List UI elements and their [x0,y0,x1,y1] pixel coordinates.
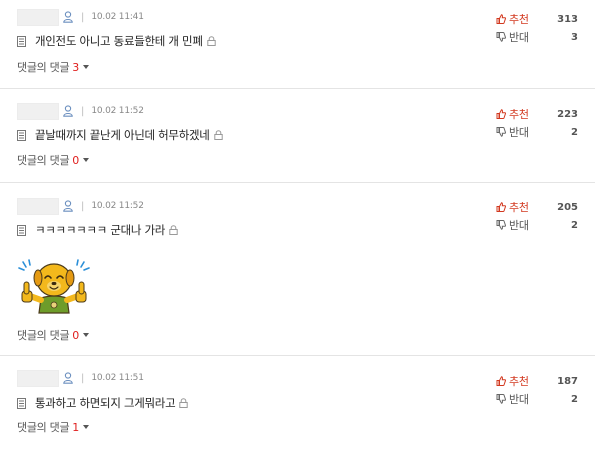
upvote-label: 추천 [509,201,529,214]
reply-toggle[interactable]: 댓글의 댓글 0 [17,152,90,168]
lock-icon[interactable] [213,130,223,140]
downvote-button[interactable]: 반대 2 [496,123,578,141]
comment-item: | 10.02 11:52 끝날때까지 끝난게 아닌데 허무하겠네 댓글의 댓글… [0,89,595,183]
author-name-redacted[interactable] [17,197,59,215]
user-icon[interactable] [63,200,73,212]
meta-separator: | [81,11,85,23]
vote-box: 추천 205 반대 2 [496,198,578,234]
comment-meta: | 10.02 11:51 [17,369,144,387]
author-name-redacted[interactable] [17,369,59,387]
author-name-redacted[interactable] [17,8,59,26]
caret-down-icon [83,158,90,162]
thumbs-up-icon [496,202,506,212]
upvote-count: 313 [557,13,578,25]
meta-separator: | [81,105,85,117]
vote-box: 추천 313 반대 3 [496,10,578,46]
comment-body: 통과하고 하면되지 그게뭐라고 [17,395,189,411]
comment-text: 끝날때까지 끝난게 아닌데 허무하겠네 [35,128,210,142]
comment-item: | 10.02 11:52 ㅋㅋㅋㅋㅋㅋㅋ 군대나 가라 댓글의 댓글 0 추천… [0,183,595,356]
thumbs-down-icon [496,127,506,137]
upvote-count: 223 [557,108,578,120]
reply-label: 댓글의 댓글 [17,61,70,74]
comment-item: | 10.02 11:51 통과하고 하면되지 그게뭐라고 댓글의 댓글 1 추… [0,356,595,450]
downvote-label: 반대 [509,126,529,139]
comment-text: 개인전도 아니고 동료들한테 개 민폐 [35,34,203,48]
vote-box: 추천 187 반대 2 [496,372,578,408]
upvote-button[interactable]: 추천 187 [496,372,578,390]
thumbs-up-icon [496,14,506,24]
user-icon[interactable] [63,372,73,384]
comment-time: 10.02 11:52 [91,201,144,211]
downvote-count: 3 [571,31,578,43]
downvote-button[interactable]: 반대 3 [496,28,578,46]
reply-label: 댓글의 댓글 [17,154,70,167]
thumbs-up-icon [496,109,506,119]
reply-toggle[interactable]: 댓글의 댓글 3 [17,59,90,75]
reply-count: 3 [72,60,80,74]
document-icon [17,397,26,409]
upvote-count: 187 [557,375,578,387]
meta-separator: | [81,372,85,384]
downvote-button[interactable]: 반대 2 [496,390,578,408]
comment-time: 10.02 11:41 [91,12,144,22]
author-name-redacted[interactable] [17,102,59,120]
meta-separator: | [81,200,85,212]
comment-text: ㅋㅋㅋㅋㅋㅋㅋ 군대나 가라 [35,223,166,237]
lock-icon[interactable] [169,225,178,235]
comment-body: 끝날때까지 끝난게 아닌데 허무하겠네 [17,127,223,143]
comment-text: 통과하고 하면되지 그게뭐라고 [35,396,176,410]
comment-body: 개인전도 아니고 동료들한테 개 민폐 [17,33,216,49]
thumbs-up-sticker [18,259,90,314]
thumbs-down-icon [496,32,506,42]
downvote-count: 2 [571,126,578,138]
downvote-label: 반대 [509,393,529,406]
upvote-label: 추천 [509,108,529,121]
comment-body: ㅋㅋㅋㅋㅋㅋㅋ 군대나 가라 [17,222,178,238]
comment-meta: | 10.02 11:52 [17,197,144,215]
downvote-count: 2 [571,393,578,405]
caret-down-icon [83,333,90,337]
lock-icon[interactable] [206,36,216,46]
thumbs-down-icon [496,394,506,404]
upvote-button[interactable]: 추천 313 [496,10,578,28]
document-icon [17,35,26,47]
comment-time: 10.02 11:52 [91,106,144,116]
thumbs-up-icon [496,376,506,386]
thumbs-down-icon [496,220,506,230]
reply-toggle[interactable]: 댓글의 댓글 1 [17,419,90,435]
reply-count: 0 [72,153,80,167]
upvote-label: 추천 [509,375,529,388]
downvote-button[interactable]: 반대 2 [496,216,578,234]
upvote-count: 205 [557,201,578,213]
caret-down-icon [83,425,90,429]
downvote-count: 2 [571,219,578,231]
downvote-label: 반대 [509,31,529,44]
upvote-button[interactable]: 추천 205 [496,198,578,216]
reply-label: 댓글의 댓글 [17,329,70,342]
user-icon[interactable] [63,105,73,117]
comment-meta: | 10.02 11:52 [17,102,144,120]
user-icon[interactable] [63,11,73,23]
upvote-label: 추천 [509,13,529,26]
document-icon [17,224,26,236]
comment-item: | 10.02 11:41 개인전도 아니고 동료들한테 개 민폐 댓글의 댓글… [0,0,595,89]
comment-meta: | 10.02 11:41 [17,8,144,26]
document-icon [17,129,26,141]
comment-time: 10.02 11:51 [91,373,144,383]
reply-count: 1 [72,420,80,434]
downvote-label: 반대 [509,219,529,232]
lock-icon[interactable] [179,398,189,408]
upvote-button[interactable]: 추천 223 [496,105,578,123]
reply-label: 댓글의 댓글 [17,421,70,434]
reply-toggle[interactable]: 댓글의 댓글 0 [17,327,90,343]
comment-list: | 10.02 11:41 개인전도 아니고 동료들한테 개 민폐 댓글의 댓글… [0,0,600,450]
vote-box: 추천 223 반대 2 [496,105,578,141]
caret-down-icon [83,65,90,69]
reply-count: 0 [72,328,80,342]
